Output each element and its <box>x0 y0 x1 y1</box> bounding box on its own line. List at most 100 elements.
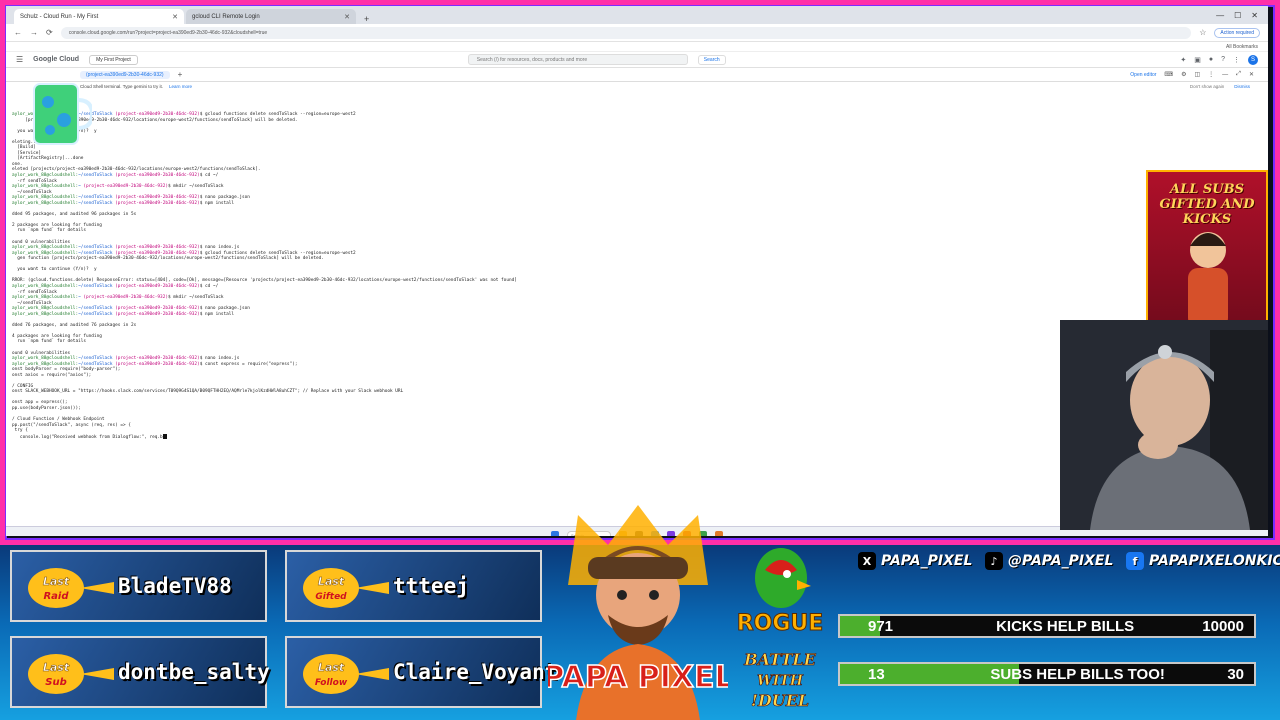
help-icon[interactable]: ? <box>1221 56 1225 63</box>
terminal-text: try { <box>12 428 28 434</box>
last-sub-name: dontbe_salty <box>118 660 270 684</box>
terminal-text: onst app = express(); <box>12 400 68 406</box>
prompt-user: aylor_work_88@cloudshell: <box>12 306 79 312</box>
svg-text:Last: Last <box>43 661 70 674</box>
facebook-icon: f <box>1126 552 1144 570</box>
dont-show-link[interactable]: Don't show again <box>1190 84 1224 89</box>
star-icon[interactable]: ☆ <box>1199 28 1206 37</box>
forward-icon[interactable]: → <box>30 28 38 37</box>
prompt-user: aylor_work_88@cloudshell: <box>12 173 79 179</box>
tab-gcloud-login[interactable]: gcloud CLI Remote Login ✕ <box>186 9 356 24</box>
prompt-dir: ~/sendToSlack <box>78 361 113 367</box>
prompt-project: (project-ea390ed9-2b30-46dc-932) <box>112 361 200 367</box>
minimize-icon[interactable]: — <box>1222 72 1228 78</box>
close-icon[interactable]: ✕ <box>172 13 178 21</box>
all-bookmarks[interactable]: All Bookmarks <box>1226 44 1258 50</box>
terminal-text: eleted [projects/project-ea390ed9-2b30-4… <box>12 167 261 173</box>
open-editor-button[interactable]: Open editor <box>1130 72 1156 78</box>
back-icon[interactable]: ← <box>14 28 22 37</box>
prompt-user: aylor_work_88@cloudshell: <box>12 195 79 201</box>
add-tab-icon[interactable]: + <box>178 70 183 79</box>
menu-icon[interactable]: ☰ <box>16 55 23 64</box>
prompt-project: (project-ea390ed9-2b30-46dc-932) <box>112 173 200 179</box>
search-input[interactable]: Search (/) for resources, docs, products… <box>467 54 688 65</box>
terminal-text: $ npm install <box>199 200 235 206</box>
x-icon: X <box>858 552 876 570</box>
close-icon[interactable]: ✕ <box>1249 71 1254 78</box>
terminal-text: dded 95 packages, and audited 96 package… <box>12 211 137 217</box>
shell-tab[interactable]: (project-ea390ed9-2b30-46dc-932) <box>80 70 170 79</box>
goal-target: 10000 <box>1202 617 1244 635</box>
prompt-project: (project-ea390ed9-2b30-46dc-932) <box>112 311 200 317</box>
battle-text-3: !DUEL <box>751 691 809 710</box>
prompt-dir: ~/sendToSlack <box>78 311 113 317</box>
tab-title: Schulz - Cloud Run - My First <box>20 13 99 20</box>
svg-text:Last: Last <box>43 575 70 588</box>
battle-text-2: WITH <box>757 673 804 689</box>
window-controls: — ☐ ✕ <box>1216 11 1268 20</box>
goal-target: 30 <box>1227 665 1244 683</box>
more-icon[interactable]: ⋮ <box>1208 71 1214 78</box>
terminal-text: $ npm install <box>199 311 235 317</box>
maximize-button[interactable]: ☐ <box>1234 11 1241 20</box>
terminal-icon[interactable]: ▣ <box>1194 56 1201 64</box>
action-required-button[interactable]: Action required <box>1214 27 1260 38</box>
project-picker[interactable]: My First Project <box>89 54 138 65</box>
google-cloud-logo[interactable]: Google Cloud <box>33 56 79 63</box>
minimize-button[interactable]: — <box>1216 11 1224 20</box>
info-text: Cloud Shell terminal. Type gemini to try… <box>80 83 163 89</box>
open-new-window-icon[interactable]: ⤢ <box>1236 71 1241 78</box>
terminal-text: $ mkdir ~/sendToSlack <box>167 184 224 190</box>
prompt-dir: ~/sendToSlack <box>78 173 113 179</box>
notification-icon[interactable]: ● <box>1209 56 1213 63</box>
url-input[interactable]: console.cloud.google.com/run?project=pro… <box>60 26 1192 39</box>
prompt-user: aylor_work_88@cloudshell: <box>12 283 79 289</box>
header-icons: ✦ ▣ ● ? ⋮ S <box>1180 54 1268 65</box>
prompt-user: aylor_work_88@cloudshell: <box>12 245 79 251</box>
terminal-text: pp.use(bodyParser.json()); <box>12 405 81 411</box>
close-icon[interactable]: ✕ <box>344 13 350 21</box>
svg-text:Sub: Sub <box>45 677 66 688</box>
prompt-project: (project-ea390ed9-2b30-46dc-932) <box>112 250 200 256</box>
terminal-text: run `npm fund` for details <box>12 339 87 345</box>
terminal-text: pp.post("/sendToSlack", async (req, res)… <box>12 422 131 428</box>
keyboard-icon[interactable]: ⌨ <box>1164 71 1173 78</box>
avatar[interactable]: S <box>1248 54 1258 65</box>
rogue-parrot-art: ROGUE BATTLE WITH !DUEL <box>736 548 824 710</box>
terminal-text: $ const express = require("express"); <box>199 361 298 367</box>
prompt-user: aylor_work_88@cloudshell: <box>12 356 79 362</box>
search-button[interactable]: Search <box>697 54 726 65</box>
last-raid-badge: Last Raid <box>28 568 114 608</box>
terminal-text: RROR: (gcloud.functions.delete) Response… <box>12 278 517 284</box>
tab-cloud-run[interactable]: Schulz - Cloud Run - My First ✕ <box>14 9 184 24</box>
shell-info-bar: Cloud Shell terminal. Type gemini to try… <box>6 82 1268 90</box>
last-sub-badge: Last Sub <box>28 654 114 694</box>
prompt-dir: ~/sendToSlack <box>78 250 113 256</box>
dismiss-link[interactable]: Dismiss <box>1234 84 1250 89</box>
prompt-dir: ~/sendToSlack <box>78 306 113 312</box>
sub-gift-text: ALL SUBS GIFTED AND KICKS <box>1159 182 1255 227</box>
new-tab-button[interactable]: + <box>358 14 375 24</box>
last-follow-name: Claire_Voyant <box>393 660 558 684</box>
terminal-text: [ArtifactRegistry]...done <box>12 156 84 162</box>
more-icon[interactable]: ⋮ <box>1233 56 1240 64</box>
terminal-text: ound 0 vulnerabilities <box>12 350 71 356</box>
gift-icon[interactable]: ✦ <box>1180 56 1186 64</box>
social-facebook: f PAPAPIXELONKICK <box>1126 550 1280 572</box>
social-x: X PAPA_PIXEL <box>858 550 972 572</box>
close-window-button[interactable]: ✕ <box>1251 11 1258 20</box>
address-bar: ← → ⟳ console.cloud.google.com/run?proje… <box>6 24 1268 42</box>
prompt-user: aylor_work_88@cloudshell: <box>12 200 79 206</box>
prompt-project: (project-ea390ed9-2b30-46dc-932) <box>112 356 200 362</box>
web-preview-icon[interactable]: ◫ <box>1194 71 1200 78</box>
prompt-dir: ~/sendToSlack <box>78 245 113 251</box>
terminal-text: $ cd ~/ <box>199 283 219 289</box>
reload-icon[interactable]: ⟳ <box>46 28 53 37</box>
learn-more-link[interactable]: Learn more <box>169 84 192 89</box>
last-raid-name: BladeTV88 <box>118 574 232 598</box>
settings-icon[interactable]: ⚙ <box>1181 71 1186 78</box>
prompt-user: aylor_work_88@cloudshell: <box>12 311 79 317</box>
svg-text:Gifted: Gifted <box>315 592 347 602</box>
goal-current: 13 <box>868 665 885 683</box>
kicks-goal-bar: 971 KICKS HELP BILLS 10000 <box>838 614 1256 638</box>
